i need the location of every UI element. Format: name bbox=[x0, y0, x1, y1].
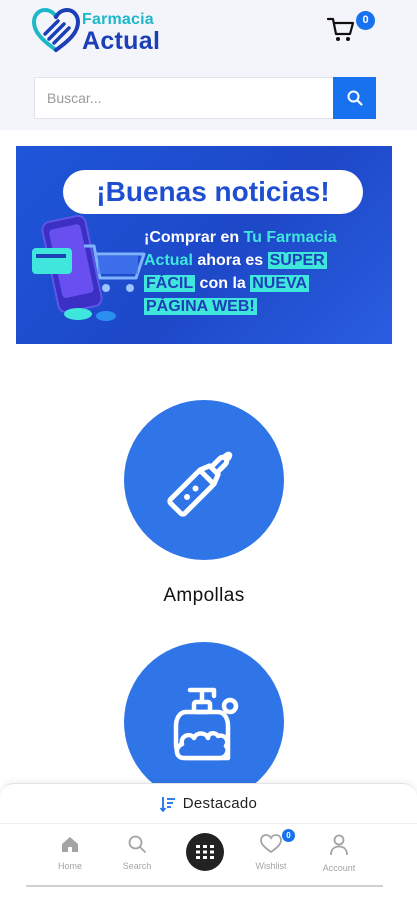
phone-shopping-cart-illustration bbox=[32, 214, 146, 321]
logo-text-actual: Actual bbox=[82, 27, 161, 55]
heart-icon bbox=[260, 834, 282, 854]
user-icon bbox=[330, 834, 348, 856]
category-item[interactable] bbox=[124, 642, 284, 802]
nav-home-label: Home bbox=[57, 861, 82, 871]
category-ampollas[interactable] bbox=[124, 400, 284, 560]
search-input[interactable] bbox=[35, 78, 333, 118]
featured-label: Destacado bbox=[182, 795, 258, 812]
cart-count-badge: 0 bbox=[356, 11, 375, 30]
banner-text-3a: FÁCIL bbox=[144, 275, 196, 292]
nav-account-label: Account bbox=[322, 863, 356, 873]
search-bar bbox=[34, 77, 376, 119]
banner-text-1a: ¡Comprar en bbox=[144, 229, 244, 246]
home-indicator bbox=[26, 885, 383, 887]
ampoule-icon bbox=[167, 451, 233, 517]
farmacia-actual-logo[interactable]: Farmacia Actual bbox=[32, 8, 182, 56]
banner-message: ¡Comprar en Tu Farmacia Actual ahora es … bbox=[144, 226, 386, 318]
banner-text-4: PÁGINA WEB! bbox=[144, 298, 257, 315]
banner-text-3b: con la bbox=[195, 275, 251, 292]
promo-banner[interactable]: ¡Buenas noticias! ¡Comprar en Tu Farmaci… bbox=[16, 146, 392, 344]
sort-icon bbox=[159, 796, 175, 812]
banner-text-2c: SÚPER bbox=[267, 252, 327, 269]
banner-text-2b: ahora es bbox=[192, 252, 268, 269]
banner-text-2a: Actual bbox=[144, 252, 193, 269]
nav-home[interactable]: Home bbox=[40, 834, 100, 871]
nav-wishlist-label: Wishlist bbox=[255, 861, 287, 871]
site-header: Farmacia Actual 0 bbox=[0, 0, 417, 130]
banner-text-3c: NUEVA bbox=[250, 275, 310, 292]
featured-toggle[interactable]: Destacado bbox=[0, 783, 417, 823]
soap-dispenser-icon bbox=[173, 687, 239, 761]
grid-menu-icon bbox=[196, 845, 214, 859]
nav-search-label: Search bbox=[122, 861, 152, 871]
nav-search[interactable]: Search bbox=[107, 834, 167, 871]
banner-text-1b: Tu Farmacia bbox=[243, 229, 337, 246]
search-button[interactable] bbox=[333, 77, 376, 119]
bottom-navigation: Home Search Wishlist 0 Account bbox=[0, 823, 417, 900]
nav-account[interactable]: Account bbox=[309, 834, 369, 873]
wishlist-count-badge: 0 bbox=[282, 829, 295, 842]
nav-menu-button[interactable] bbox=[186, 833, 224, 871]
home-icon bbox=[62, 837, 78, 852]
search-icon bbox=[128, 835, 146, 853]
category-label-ampollas: Ampollas bbox=[163, 585, 245, 606]
cart-icon[interactable] bbox=[326, 14, 356, 44]
search-icon bbox=[347, 90, 363, 106]
heart-logo-icon bbox=[32, 8, 80, 52]
